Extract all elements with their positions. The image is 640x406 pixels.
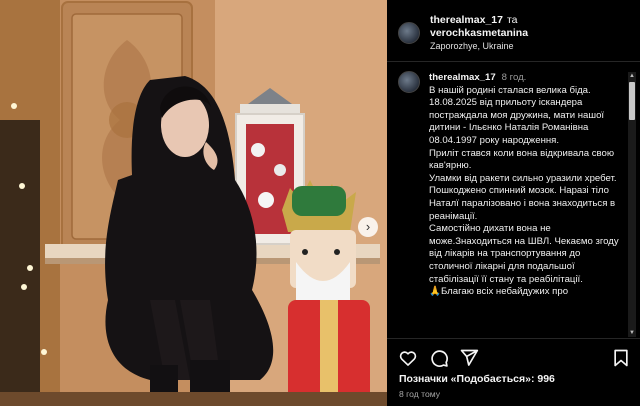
caption-scrollbar[interactable]: ▲ ▼: [628, 72, 636, 337]
caption-paragraph: Уламки від ракети сильно уразили хребет.…: [429, 172, 617, 222]
save-button[interactable]: [611, 348, 631, 368]
bookmark-icon: [614, 349, 628, 367]
caption-paragraph: 🙏Благаю всіх небайдужих про: [429, 286, 569, 298]
coauthor-username[interactable]: verochkasmetanina: [430, 27, 528, 39]
author-username[interactable]: therealmax_17: [430, 14, 503, 26]
like-button[interactable]: [398, 348, 418, 368]
post-actions: Позначки «Подобається»: 996 8 год тому: [387, 338, 640, 406]
author-line: therealmax_17 та: [430, 14, 518, 27]
scrollbar-thumb[interactable]: [629, 82, 635, 120]
comment-icon: [431, 350, 448, 367]
heart-icon: [399, 351, 417, 366]
scroll-down-arrow-icon[interactable]: ▼: [628, 329, 636, 337]
photo-illustration: [0, 0, 387, 406]
author-avatar[interactable]: [398, 22, 420, 44]
caption-scroll-area[interactable]: therealmax_17 8 год. В нашій родині стала…: [387, 62, 640, 338]
posted-time[interactable]: 8 год тому: [399, 389, 440, 399]
instagram-post-modal: › therealmax_17 та verochkasmetanina Zapo…: [0, 0, 640, 406]
likes-count: 996: [537, 373, 555, 385]
post-side-panel: therealmax_17 та verochkasmetanina Zaporo…: [387, 0, 640, 406]
collab-conjunction: та: [506, 14, 518, 26]
post-header: therealmax_17 та verochkasmetanina Zaporo…: [387, 0, 640, 62]
caption-author-avatar[interactable]: [398, 71, 420, 93]
chevron-right-icon: ›: [365, 219, 371, 234]
scroll-up-arrow-icon[interactable]: ▲: [628, 72, 636, 80]
caption-paragraph: Приліт стався коли вона відкривала свою …: [429, 147, 615, 172]
likes-summary[interactable]: Позначки «Подобається»: 996: [399, 373, 555, 385]
comment-button[interactable]: [429, 348, 449, 368]
caption-time: 8 год.: [501, 72, 527, 83]
caption: therealmax_17 8 год. В нашій родині стала…: [429, 72, 623, 299]
carousel-next-button[interactable]: ›: [358, 217, 378, 237]
post-photo[interactable]: ›: [0, 0, 387, 406]
caption-username[interactable]: therealmax_17: [429, 72, 496, 83]
likes-label: Позначки «Подобається»:: [399, 373, 535, 385]
post-location[interactable]: Zaporozhye, Ukraine: [430, 41, 514, 51]
share-icon: [460, 349, 479, 366]
share-button[interactable]: [459, 348, 479, 368]
caption-paragraph: Самостійно дихати вона не може.Знаходить…: [429, 223, 619, 285]
caption-paragraph: В нашій родині сталася велика біда. 18.0…: [429, 84, 605, 146]
